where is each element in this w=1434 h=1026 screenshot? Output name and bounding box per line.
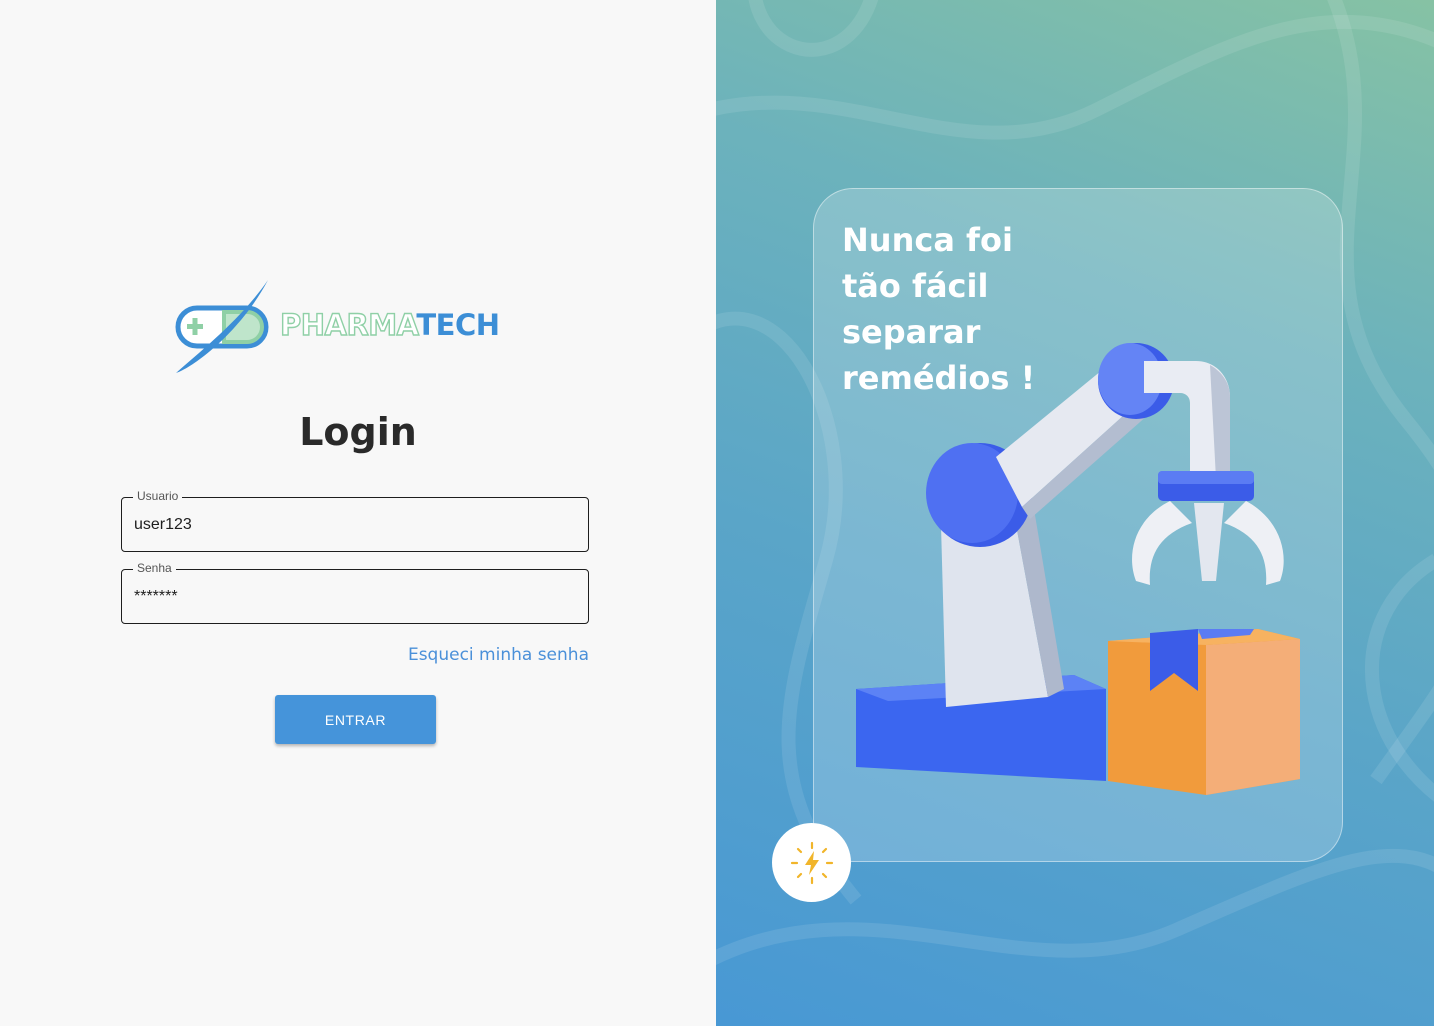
promo-headline: Nunca foi tão fácil separar remédios ! xyxy=(842,217,1082,401)
lightning-spark-icon xyxy=(790,841,833,884)
username-field[interactable]: Usuario user123 xyxy=(121,489,589,552)
username-label: Usuario xyxy=(133,489,183,503)
brand-name-tech: TECH xyxy=(416,308,500,342)
login-panel: PHARMATECH Login Usuario user123 Senha *… xyxy=(0,0,716,1026)
username-input[interactable]: user123 xyxy=(134,516,192,534)
promo-card: Nunca foi tão fácil separar remédios ! xyxy=(813,188,1343,862)
password-field[interactable]: Senha ******* xyxy=(121,561,589,624)
capsule-orbit-logo-icon xyxy=(175,280,269,373)
promo-headline-line: tão fácil xyxy=(842,267,989,305)
spark-badge xyxy=(772,823,851,902)
password-input[interactable]: ******* xyxy=(134,588,178,606)
login-button[interactable]: ENTRAR xyxy=(275,695,436,744)
brand-name-pharma: PHARMA xyxy=(279,307,417,342)
promo-headline-line: remédios ! xyxy=(842,359,1036,397)
password-label: Senha xyxy=(133,561,176,575)
brand-name: PHARMATECH xyxy=(279,307,500,342)
forgot-password-link[interactable]: Esqueci minha senha xyxy=(408,645,589,665)
promo-headline-line: Nunca foi xyxy=(842,221,1013,259)
page-title: Login xyxy=(299,410,417,454)
promo-headline-line: separar xyxy=(842,313,981,351)
promo-panel: Nunca foi tão fácil separar remédios ! xyxy=(716,0,1434,1026)
brand-logo: PHARMATECH xyxy=(172,278,532,378)
